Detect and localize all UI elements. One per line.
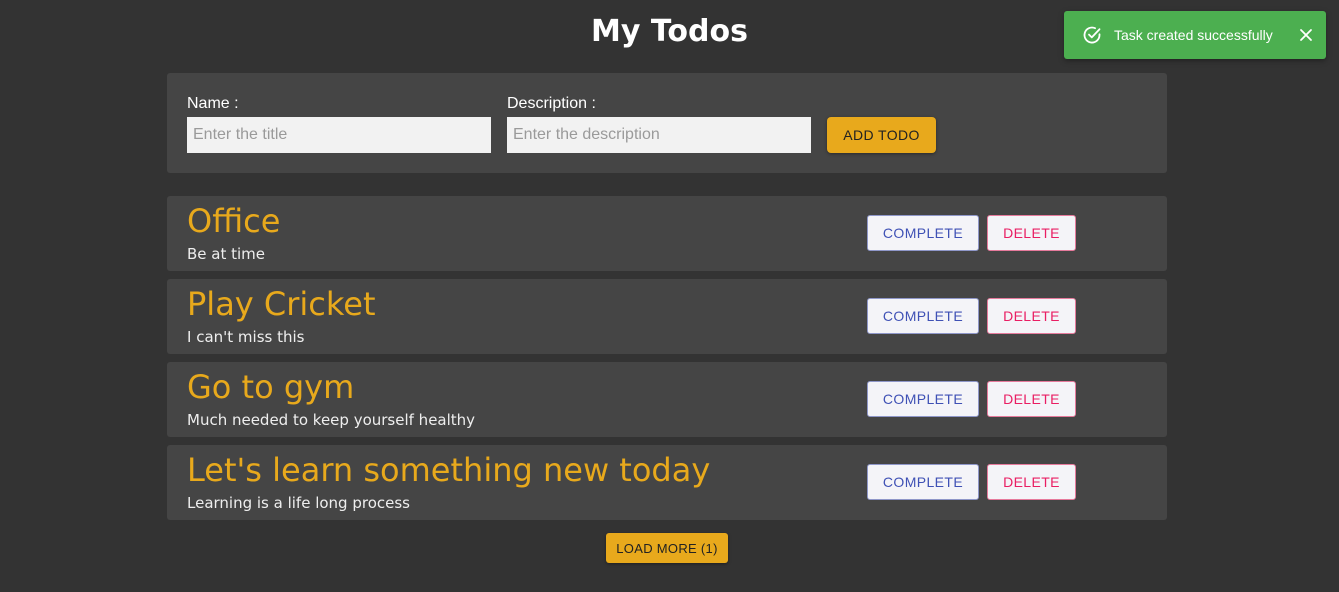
todo-description: Much needed to keep yourself healthy	[187, 411, 476, 429]
todo-description: I can't miss this	[187, 328, 305, 346]
add-todo-button[interactable]: ADD TODO	[827, 117, 936, 153]
add-todo-form: Name : Description : ADD TODO	[167, 73, 1167, 173]
todo-list: Office Be at time COMPLETE DELETE Play C…	[167, 196, 1167, 528]
delete-button[interactable]: DELETE	[987, 381, 1076, 417]
load-more-button[interactable]: LOAD MORE (1)	[606, 533, 728, 563]
name-field: Name :	[187, 95, 491, 153]
todo-title: Office	[187, 202, 281, 240]
description-field: Description :	[507, 95, 811, 153]
delete-button[interactable]: DELETE	[987, 298, 1076, 334]
toast-notification: Task created successfully	[1064, 11, 1326, 59]
todo-title: Let's learn something new today	[187, 451, 711, 489]
todo-item: Let's learn something new today Learning…	[167, 445, 1167, 520]
complete-button[interactable]: COMPLETE	[867, 381, 979, 417]
complete-button[interactable]: COMPLETE	[867, 215, 979, 251]
todo-description: Be at time	[187, 245, 266, 263]
todo-title: Go to gym	[187, 368, 355, 406]
complete-button[interactable]: COMPLETE	[867, 464, 979, 500]
complete-button[interactable]: COMPLETE	[867, 298, 979, 334]
name-input[interactable]	[187, 117, 491, 153]
description-label: Description :	[507, 95, 596, 112]
todo-title: Play Cricket	[187, 285, 376, 323]
todo-item: Play Cricket I can't miss this COMPLETE …	[167, 279, 1167, 354]
description-input[interactable]	[507, 117, 811, 153]
check-circle-icon	[1082, 25, 1102, 45]
todo-item: Go to gym Much needed to keep yourself h…	[167, 362, 1167, 437]
delete-button[interactable]: DELETE	[987, 464, 1076, 500]
close-icon[interactable]	[1296, 25, 1316, 45]
toast-message: Task created successfully	[1114, 27, 1273, 43]
todo-description: Learning is a life long process	[187, 494, 410, 512]
todo-item: Office Be at time COMPLETE DELETE	[167, 196, 1167, 271]
delete-button[interactable]: DELETE	[987, 215, 1076, 251]
name-label: Name :	[187, 95, 239, 112]
